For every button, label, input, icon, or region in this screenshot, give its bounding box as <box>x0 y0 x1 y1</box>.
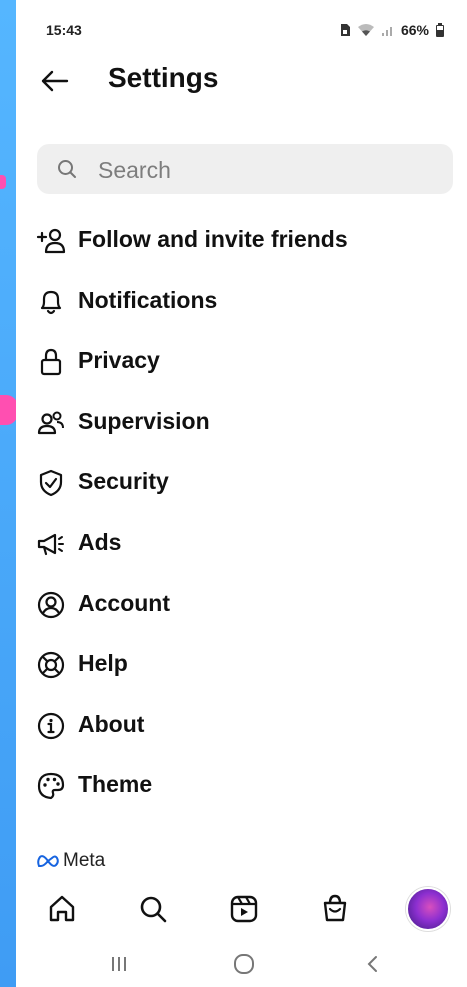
battery-icon <box>435 23 445 37</box>
menu-item-label: Supervision <box>78 407 210 434</box>
screenshot-frame: 15:43 66% Settings Search Follow and inv… <box>0 0 467 987</box>
profile-avatar[interactable] <box>406 887 450 931</box>
menu-item-help[interactable]: Help <box>16 634 467 695</box>
signal-icon <box>381 23 395 37</box>
menu-item-label: Privacy <box>78 347 160 374</box>
lock-icon <box>40 349 62 376</box>
battery-percentage: 66% <box>400 22 429 38</box>
home-icon <box>49 895 75 922</box>
reels-icon <box>230 895 258 923</box>
nav-search-button[interactable] <box>133 889 173 929</box>
meta-logo-icon <box>37 855 59 867</box>
people-icon <box>37 411 64 434</box>
search-icon <box>140 896 167 923</box>
status-bar: 15:43 66% <box>16 0 467 40</box>
menu-item-label: Notifications <box>78 286 218 313</box>
menu-item-theme[interactable]: Theme <box>16 755 467 816</box>
back-button[interactable] <box>38 64 72 98</box>
decorative-accent <box>0 175 6 189</box>
info-icon <box>37 712 65 739</box>
menu-item-label: Ads <box>78 528 122 555</box>
bell-icon <box>40 290 62 314</box>
arrow-left-icon <box>41 70 69 92</box>
nav-shop-button[interactable] <box>315 889 355 929</box>
nav-reels-button[interactable] <box>224 889 264 929</box>
add-person-icon <box>36 228 66 254</box>
menu-item-supervision[interactable]: Supervision <box>16 392 467 453</box>
page-title: Settings <box>108 62 219 93</box>
chevron-left-icon <box>367 956 377 972</box>
account-circle-icon <box>37 591 65 618</box>
megaphone-icon <box>37 533 64 556</box>
wifi-icon <box>357 23 375 37</box>
bottom-navigation <box>16 885 467 935</box>
menu-item-security[interactable]: Security <box>16 452 467 513</box>
menu-item-privacy[interactable]: Privacy <box>16 331 467 392</box>
menu-item-ads[interactable]: Ads <box>16 513 467 574</box>
phone-screen: 15:43 66% Settings Search Follow and inv… <box>16 0 467 987</box>
menu-item-account[interactable]: Account <box>16 574 467 635</box>
search-icon <box>58 160 76 178</box>
menu-item-label: Theme <box>78 771 153 798</box>
search-input[interactable]: Search <box>37 144 453 194</box>
sim-icon <box>339 23 351 37</box>
meta-branding: Meta <box>36 850 105 872</box>
menu-item-label: Help <box>78 650 128 677</box>
meta-brand-text: Meta <box>63 850 106 871</box>
recent-apps-icon <box>112 957 126 971</box>
menu-item-about[interactable]: About <box>16 695 467 756</box>
menu-item-label: Account <box>78 589 170 616</box>
menu-item-label: Follow and invite friends <box>78 226 348 252</box>
system-navigation <box>16 940 467 987</box>
home-system-button[interactable] <box>229 950 259 978</box>
nav-home-button[interactable] <box>42 889 82 929</box>
menu-item-follow-invite[interactable]: Follow and invite friends <box>16 210 467 271</box>
palette-icon <box>37 773 65 800</box>
menu-item-label: Security <box>78 468 169 495</box>
status-icons: 66% <box>339 22 445 38</box>
search-placeholder: Search <box>98 157 171 183</box>
shop-icon <box>323 894 347 922</box>
back-system-button[interactable] <box>358 950 388 978</box>
status-time: 15:43 <box>46 22 82 38</box>
lifebuoy-icon <box>37 652 65 679</box>
header: Settings <box>16 52 467 112</box>
menu-item-label: About <box>78 710 145 737</box>
recent-apps-button[interactable] <box>104 950 134 978</box>
shield-check-icon <box>39 470 63 497</box>
menu-item-notifications[interactable]: Notifications <box>16 271 467 332</box>
settings-menu: Follow and invite friends Notifications … <box>16 210 467 816</box>
home-circle-icon <box>234 954 254 974</box>
